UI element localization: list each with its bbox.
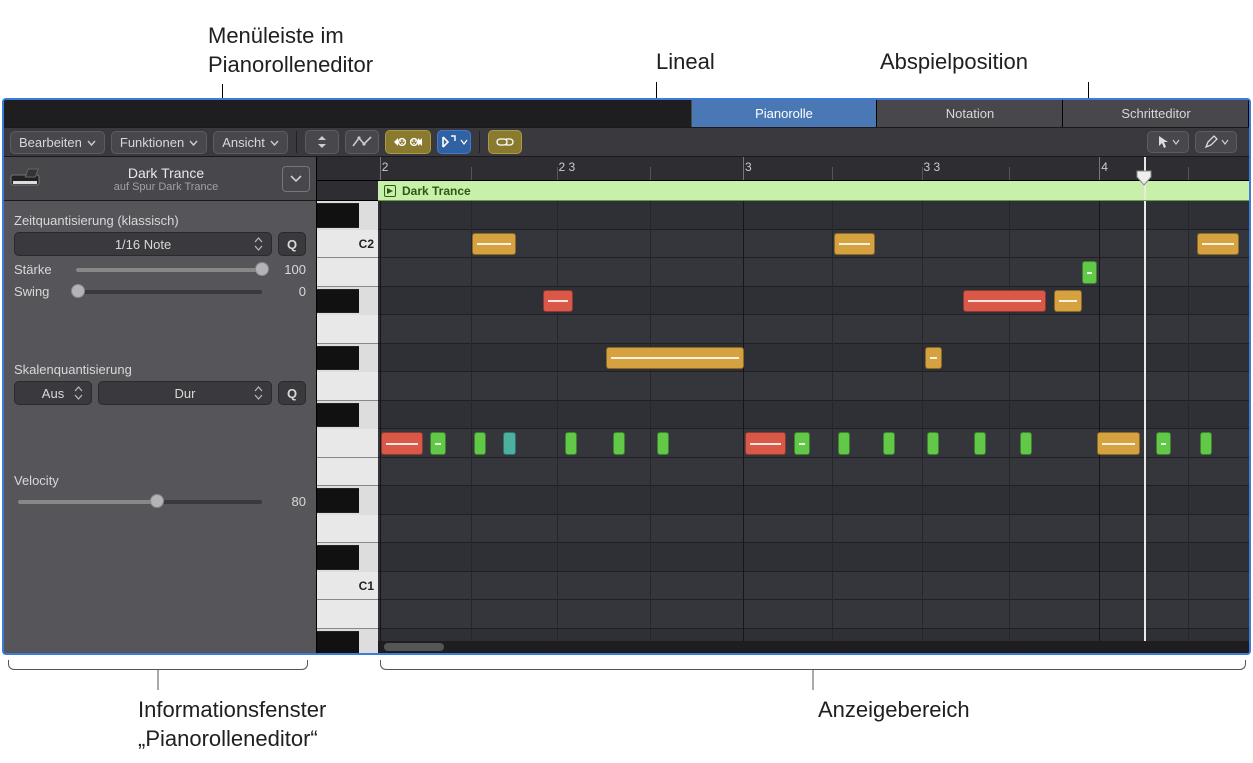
midi-note[interactable] (503, 432, 515, 455)
midi-note[interactable] (474, 432, 486, 455)
midi-note[interactable] (1156, 432, 1172, 455)
chevron-down-icon (87, 138, 96, 147)
scale-quant-label: Skalenquantisierung (14, 362, 306, 377)
swing-value: 0 (270, 284, 306, 299)
time-quant-select[interactable]: 1/16 Note (14, 232, 272, 256)
midi-note[interactable] (565, 432, 577, 455)
updown-icon (254, 386, 263, 400)
pianoroll-editor: Pianorolle Notation Schritteditor Bearbe… (2, 98, 1251, 655)
midi-note[interactable] (1097, 432, 1141, 455)
callout-inspector: Informationsfenster „Pianorolleneditor“ (138, 696, 458, 753)
view-tab-bar: Pianorolle Notation Schritteditor (4, 100, 1249, 128)
scale-mode-select[interactable]: Dur (98, 381, 272, 405)
tab-notation[interactable]: Notation (877, 100, 1063, 127)
midi-note[interactable] (925, 347, 942, 370)
menu-view[interactable]: Ansicht (213, 131, 288, 154)
midi-note[interactable] (1082, 261, 1098, 284)
link-icon[interactable] (488, 130, 522, 154)
track-name: Dark Trance (50, 165, 282, 181)
pointer-tool[interactable] (1147, 131, 1189, 153)
scale-onoff-select[interactable]: Aus (14, 381, 92, 405)
callout-display: Anzeigebereich (818, 696, 970, 725)
chevron-down-icon (189, 138, 198, 147)
playhead[interactable] (1144, 201, 1146, 641)
updown-icon (74, 386, 83, 400)
midi-note[interactable] (381, 432, 423, 455)
midi-note[interactable] (974, 432, 986, 455)
piano-keyboard[interactable]: C2C1 (316, 157, 378, 653)
midi-note[interactable] (794, 432, 810, 455)
menu-functions[interactable]: Funktionen (111, 131, 207, 154)
midi-note[interactable] (1054, 290, 1082, 313)
note-grid[interactable] (378, 201, 1249, 641)
midi-note[interactable] (1197, 233, 1239, 256)
midi-note[interactable] (838, 432, 850, 455)
tab-stepeditor[interactable]: Schritteditor (1063, 100, 1249, 127)
callout-playhead: Abspielposition (880, 48, 1028, 77)
velocity-slider[interactable] (18, 492, 262, 510)
midi-note[interactable] (745, 432, 787, 455)
midi-note[interactable] (430, 432, 446, 455)
quantize-button[interactable]: Q (278, 232, 306, 256)
swing-label: Swing (14, 284, 68, 299)
midi-note[interactable] (613, 432, 625, 455)
chevron-down-icon (270, 138, 279, 147)
inspector-toggle[interactable] (282, 166, 310, 192)
menu-edit[interactable]: Bearbeiten (10, 131, 105, 154)
playhead-handle[interactable] (1135, 169, 1153, 187)
track-subtitle: auf Spur Dark Trance (50, 181, 282, 194)
instrument-icon (8, 165, 44, 193)
callout-ruler: Lineal (656, 48, 715, 77)
inspector-panel: Dark Trance auf Spur Dark Trance Zeitqua… (4, 157, 316, 653)
updown-icon (254, 237, 263, 251)
strength-slider[interactable] (76, 260, 262, 278)
region-name: Dark Trance (402, 184, 471, 198)
note-display-area: 22 333 34 Dark Trance (378, 157, 1249, 653)
strength-value: 100 (270, 262, 306, 277)
midi-note[interactable] (963, 290, 1046, 313)
midi-note[interactable] (606, 347, 744, 370)
scrollbar-thumb[interactable] (384, 643, 444, 651)
chevron-down-icon (1221, 138, 1229, 146)
chevron-down-icon (460, 138, 468, 146)
editor-toolbar: Bearbeiten Funktionen Ansicht (4, 128, 1249, 158)
region-header[interactable]: Dark Trance (378, 181, 1249, 201)
collapse-icon[interactable] (305, 130, 339, 154)
velocity-value: 80 (270, 494, 306, 509)
velocity-label: Velocity (14, 473, 306, 488)
scale-quantize-button[interactable]: Q (278, 381, 306, 405)
play-region-icon (384, 185, 396, 197)
catch-playhead-icon[interactable] (437, 130, 471, 154)
chevron-down-icon (1172, 138, 1180, 146)
pencil-tool[interactable] (1195, 131, 1237, 153)
callout-menubar: Menüleiste im Pianorolleneditor (208, 22, 468, 79)
midi-note[interactable] (1200, 432, 1212, 455)
strength-label: Stärke (14, 262, 68, 277)
midi-note[interactable] (927, 432, 939, 455)
midi-note[interactable] (1020, 432, 1032, 455)
midi-in-out-icon[interactable] (385, 130, 431, 154)
tab-pianoroll[interactable]: Pianorolle (691, 100, 877, 127)
midi-note[interactable] (543, 290, 573, 313)
horizontal-scrollbar[interactable] (378, 641, 1249, 653)
time-quant-label: Zeitquantisierung (klassisch) (14, 213, 306, 228)
timeline-ruler[interactable]: 22 333 34 (378, 157, 1249, 181)
midi-note[interactable] (472, 233, 516, 256)
midi-note[interactable] (657, 432, 669, 455)
automation-icon[interactable] (345, 130, 379, 154)
midi-note[interactable] (883, 432, 895, 455)
midi-note[interactable] (834, 233, 876, 256)
swing-slider[interactable] (76, 282, 262, 300)
